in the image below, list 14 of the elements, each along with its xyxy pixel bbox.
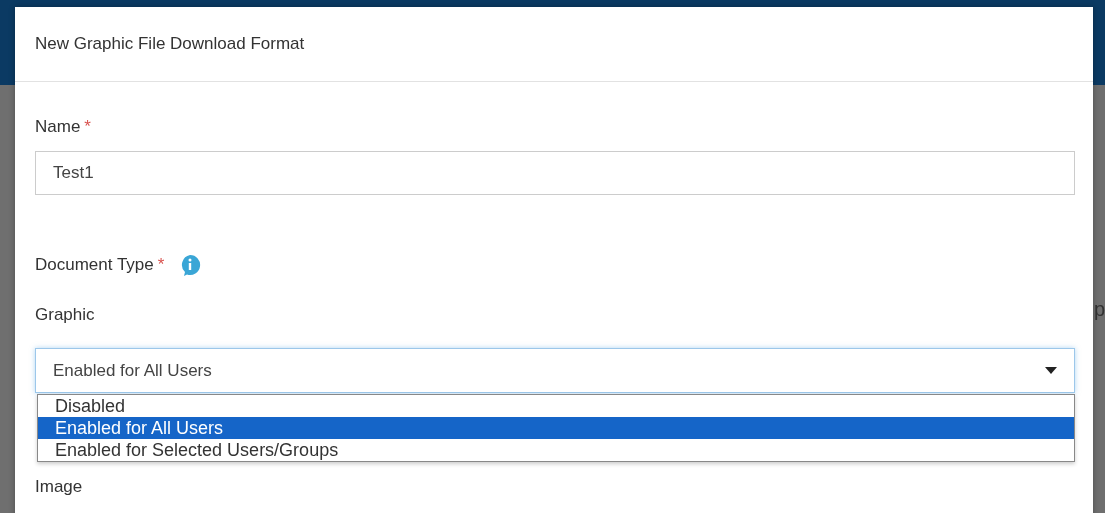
field-label: Name xyxy=(35,117,81,137)
background-text: p xyxy=(1094,298,1105,321)
field-label: Image xyxy=(35,479,83,495)
dropdown-option[interactable]: Enabled for All Users xyxy=(38,417,1074,439)
dialog-title: New Graphic File Download Format xyxy=(35,34,305,54)
field-label: Document Type xyxy=(35,255,154,275)
dropdown-option[interactable]: Disabled xyxy=(38,395,1074,417)
field-label: Graphic xyxy=(35,305,95,325)
caret-icon xyxy=(1045,367,1057,374)
dropdown-option[interactable]: Enabled for Selected Users/Groups xyxy=(38,439,1074,461)
graphic-dropdown[interactable]: Enabled for All Users xyxy=(35,348,1075,393)
required-mark: * xyxy=(157,255,165,275)
name-field[interactable]: Test1 xyxy=(35,151,1075,195)
required-mark: * xyxy=(84,117,91,137)
